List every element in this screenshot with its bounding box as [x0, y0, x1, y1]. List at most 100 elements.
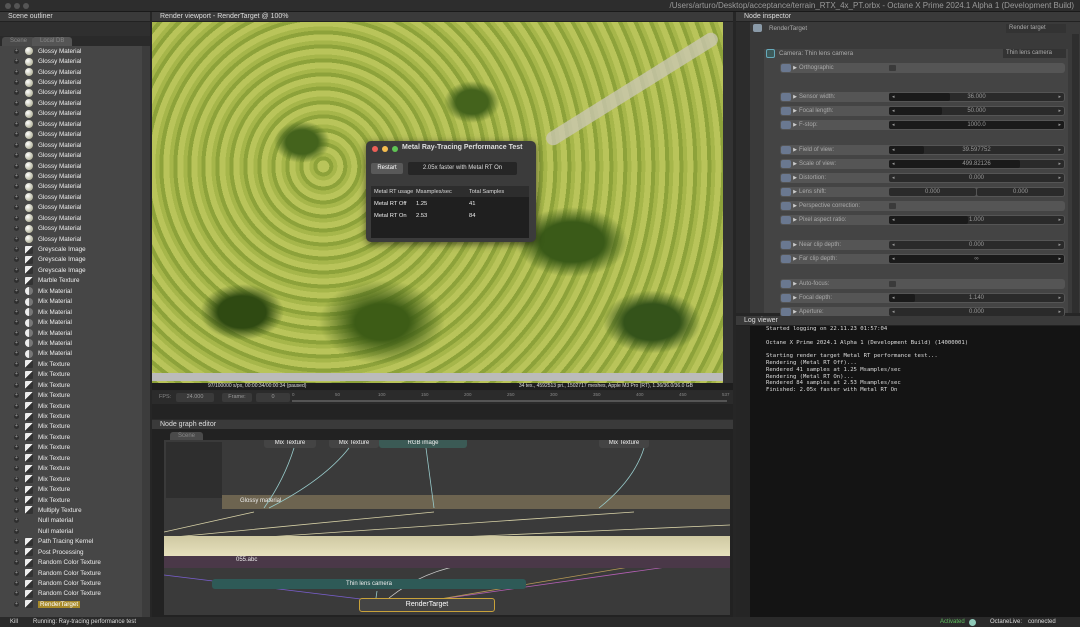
- param-slider[interactable]: ◂ 39.597752 ▸: [889, 146, 1064, 154]
- tab-local-db[interactable]: Local DB: [32, 37, 73, 46]
- expand-icon[interactable]: +: [14, 59, 19, 65]
- expand-icon[interactable]: +: [14, 288, 19, 294]
- param-slider[interactable]: ◂ 0.000 ▸: [889, 308, 1064, 316]
- expand-icon[interactable]: +: [14, 80, 19, 86]
- outliner-item[interactable]: + Glossy Material: [0, 88, 142, 98]
- outliner-item[interactable]: + Mix Texture: [0, 380, 142, 390]
- expand-icon[interactable]: +: [14, 121, 19, 127]
- expand-icon[interactable]: +: [14, 100, 19, 106]
- expand-icon[interactable]: +: [14, 591, 19, 597]
- expand-icon[interactable]: +: [14, 48, 19, 54]
- camera-label[interactable]: Camera: Thin lens camera: [779, 50, 853, 57]
- expand-icon[interactable]: +: [14, 424, 19, 430]
- dialog-zoom-button[interactable]: [392, 146, 398, 152]
- expand-icon[interactable]: +: [14, 236, 19, 242]
- expand-icon[interactable]: +: [14, 476, 19, 482]
- toggle-pin-icon[interactable]: [781, 202, 791, 210]
- outliner-item[interactable]: + Mix Texture: [0, 464, 142, 474]
- outliner-item[interactable]: + Mix Texture: [0, 359, 142, 369]
- param-checkbox[interactable]: [889, 203, 896, 209]
- expand-icon[interactable]: +: [14, 601, 19, 607]
- outliner-item[interactable]: + Mix Texture: [0, 370, 142, 380]
- timeline-slider[interactable]: [292, 400, 727, 402]
- param-checkbox[interactable]: [889, 65, 896, 71]
- outliner-item[interactable]: + Mix Texture: [0, 474, 142, 484]
- param-slider[interactable]: ◂ 1.000 ▸: [889, 216, 1064, 224]
- outliner-item[interactable]: + Glossy Material: [0, 140, 142, 150]
- param-field[interactable]: 0.000: [889, 188, 976, 196]
- expand-icon[interactable]: +: [14, 215, 19, 221]
- expand-icon[interactable]: +: [14, 487, 19, 493]
- outliner-item[interactable]: + Glossy Material: [0, 203, 142, 213]
- expand-icon[interactable]: +: [14, 539, 19, 545]
- float-pin-icon[interactable]: [781, 174, 791, 182]
- outliner-item[interactable]: + Glossy Material: [0, 213, 142, 223]
- outliner-item[interactable]: + RenderTarget: [0, 599, 142, 609]
- toggle-pin-icon[interactable]: [781, 64, 791, 72]
- outliner-item[interactable]: + Mix Material: [0, 349, 142, 359]
- expand-icon[interactable]: +: [14, 361, 19, 367]
- float-pin-icon[interactable]: [781, 121, 791, 129]
- param-slider[interactable]: ◂ 499.82126 ▸: [889, 160, 1064, 168]
- node-thin-lens-camera[interactable]: Thin lens camera: [212, 579, 526, 589]
- node-055-abc[interactable]: 055.abc: [164, 556, 730, 568]
- frame-field[interactable]: 0: [256, 393, 290, 402]
- outliner-item[interactable]: + Glossy Material: [0, 56, 142, 66]
- expand-icon[interactable]: +: [14, 194, 19, 200]
- expand-arrow-icon[interactable]: ▶: [791, 295, 799, 301]
- outliner-item[interactable]: + Glossy Material: [0, 109, 142, 119]
- float-pin-icon[interactable]: [781, 241, 791, 249]
- param-slider[interactable]: ◂ 1000.0 ▸: [889, 121, 1064, 129]
- expand-icon[interactable]: +: [14, 518, 19, 524]
- float-pin-icon[interactable]: [781, 294, 791, 302]
- expand-icon[interactable]: +: [14, 309, 19, 315]
- kill-button[interactable]: Kill: [10, 617, 18, 627]
- param-slider[interactable]: ◂ 0.000 ▸: [889, 174, 1064, 182]
- outliner-item[interactable]: + Glossy Material: [0, 171, 142, 181]
- expand-icon[interactable]: +: [14, 69, 19, 75]
- expand-arrow-icon[interactable]: ▶: [791, 108, 799, 114]
- expand-icon[interactable]: +: [14, 340, 19, 346]
- expand-icon[interactable]: +: [14, 560, 19, 566]
- close-window-button[interactable]: [5, 3, 11, 9]
- node-render-target[interactable]: RenderTarget: [359, 598, 495, 612]
- zoom-window-button[interactable]: [23, 3, 29, 9]
- float-pin-icon[interactable]: [781, 255, 791, 263]
- expand-icon[interactable]: +: [14, 226, 19, 232]
- outliner-item[interactable]: + Mix Material: [0, 307, 142, 317]
- param-slider[interactable]: ◂ ∞ ▸: [889, 255, 1064, 263]
- outliner-item[interactable]: + Glossy Material: [0, 161, 142, 171]
- expand-icon[interactable]: +: [14, 205, 19, 211]
- dialog-minimize-button[interactable]: [382, 146, 388, 152]
- outliner-item[interactable]: + Random Color Texture: [0, 568, 142, 578]
- expand-arrow-icon[interactable]: ▶: [791, 256, 799, 262]
- outliner-item[interactable]: + Null material: [0, 526, 142, 536]
- expand-icon[interactable]: +: [14, 330, 19, 336]
- float-pin-icon[interactable]: [781, 93, 791, 101]
- outliner-item[interactable]: + Random Color Texture: [0, 578, 142, 588]
- outliner-item[interactable]: + Mix Texture: [0, 443, 142, 453]
- expand-icon[interactable]: +: [14, 581, 19, 587]
- param-field[interactable]: 0.000: [977, 188, 1064, 196]
- expand-icon[interactable]: +: [14, 455, 19, 461]
- outliner-item[interactable]: + Glossy Material: [0, 192, 142, 202]
- expand-icon[interactable]: +: [14, 393, 19, 399]
- outliner-item[interactable]: + Null material: [0, 516, 142, 526]
- expand-icon[interactable]: +: [14, 507, 19, 513]
- outliner-item[interactable]: + Mix Texture: [0, 453, 142, 463]
- outliner-item[interactable]: + Glossy Material: [0, 119, 142, 129]
- outliner-item[interactable]: + Mix Texture: [0, 484, 142, 494]
- dialog-close-button[interactable]: [372, 146, 378, 152]
- outliner-item[interactable]: + Mix Texture: [0, 401, 142, 411]
- expand-icon[interactable]: +: [14, 299, 19, 305]
- expand-icon[interactable]: +: [14, 528, 19, 534]
- float-pin-icon[interactable]: [781, 107, 791, 115]
- float-pin-icon[interactable]: [781, 160, 791, 168]
- outliner-item[interactable]: + Greyscale Image: [0, 244, 142, 254]
- outliner-item[interactable]: + Glossy Material: [0, 98, 142, 108]
- expand-arrow-icon[interactable]: ▶: [791, 161, 799, 167]
- expand-arrow-icon[interactable]: ▶: [791, 217, 799, 223]
- outliner-item[interactable]: + Greyscale Image: [0, 255, 142, 265]
- param-checkbox[interactable]: [889, 281, 896, 287]
- outliner-item[interactable]: + Marble Texture: [0, 276, 142, 286]
